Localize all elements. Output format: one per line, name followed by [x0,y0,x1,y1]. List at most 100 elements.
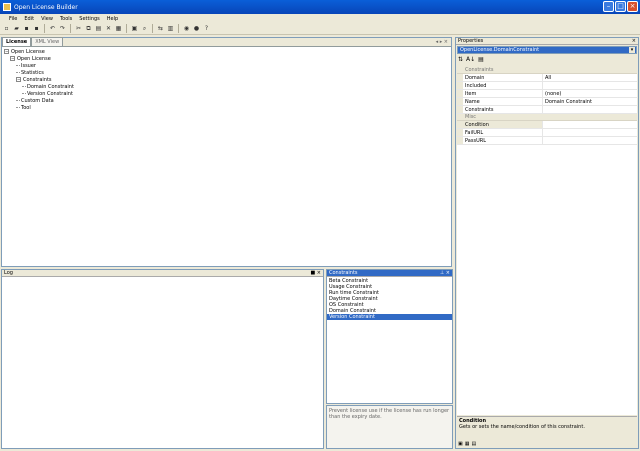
class-tab-icon[interactable]: ▤ [471,441,476,447]
property-category[interactable]: Constraints [457,67,637,74]
property-key: PassURL [463,137,543,144]
constraint-description: Prevent license use if the license has r… [329,408,450,420]
property-pages-icon[interactable]: ▤ [478,56,484,63]
replace-icon[interactable]: ⇆ [156,24,165,33]
property-value[interactable] [543,82,637,89]
property-key: Constraints [463,106,543,113]
minimize-button[interactable]: – [603,1,614,12]
delete-icon[interactable]: ✕ [104,24,113,33]
property-row[interactable]: Name Domain Constraint [457,98,637,106]
expander-icon[interactable]: − [10,56,15,61]
property-key: Condition [463,121,543,128]
property-row[interactable]: Domain All [457,74,637,82]
alphabetical-icon[interactable]: A↓ [466,56,475,63]
find-icon[interactable]: ⌕ [140,24,149,33]
tab-xml-view[interactable]: XML View [31,37,64,46]
maximize-button[interactable]: □ [615,1,626,12]
tree-node[interactable]: Statistics [4,70,74,77]
toolbar-separator [70,24,71,33]
tree-connector [16,107,20,108]
property-value[interactable] [543,106,637,113]
properties-close-icon[interactable]: × [632,38,636,45]
tree-node[interactable]: Version Constraint [4,91,74,98]
tree-node[interactable]: − Constraints [4,77,74,84]
save-all-icon[interactable]: ▪ [32,24,41,33]
log-title: Log [4,270,13,276]
property-row[interactable]: Item (none) [457,90,637,98]
property-row[interactable]: FailURL [457,129,637,137]
property-value[interactable]: Domain Constraint [543,98,637,105]
tree-node[interactable]: Tool [4,105,74,112]
compile-icon[interactable]: ▥ [166,24,175,33]
expander-icon[interactable]: − [16,77,21,82]
tree-node[interactable]: − Open License [4,49,74,56]
copy-icon[interactable]: ⧉ [84,24,93,33]
license-pane: License XML View ◂ ▸ × − Open License − Ope… [1,37,452,267]
bottom-tabs: ▣ ▦ ▤ [458,441,476,447]
log-close-icon[interactable]: ■ × [310,270,321,277]
pane-nav-arrows[interactable]: ◂ ▸ × [436,39,448,45]
tree-node[interactable]: − Open License [4,56,74,63]
cut-icon[interactable]: ✂ [74,24,83,33]
object-selector[interactable]: OpenLicense.DomainConstraint ▾ [457,46,637,54]
menu-settings[interactable]: Settings [79,16,100,22]
close-button[interactable]: × [627,1,638,12]
redo-icon[interactable]: ↷ [58,24,67,33]
print-icon[interactable]: ▦ [114,24,123,33]
new-file-icon[interactable]: ▫ [2,24,11,33]
paste-icon[interactable]: ▤ [94,24,103,33]
tree-node[interactable]: Domain Constraint [4,84,74,91]
constraints-pin-icon[interactable]: ⊥ × [440,270,450,277]
property-value[interactable]: (none) [543,90,637,97]
chevron-down-icon[interactable]: ▾ [629,47,635,53]
help-icon[interactable]: ? [202,24,211,33]
property-row[interactable]: PassURL [457,137,637,145]
toolbar: ▫ ▰ ▪ ▪ ↶ ↷ ✂ ⧉ ▤ ✕ ▦ ▣ ⌕ ⇆ ▥ ◉ ● ? [0,23,640,35]
property-row[interactable]: Constraints [457,106,637,114]
tab-license[interactable]: License [2,37,32,46]
property-grid: Constraints Domain All Included Item (none) Na… [457,67,637,147]
menu-view[interactable]: View [41,16,53,22]
property-category[interactable]: Misc [457,114,637,121]
window-title: Open License Builder [14,3,78,11]
menu-help[interactable]: Help [107,16,118,22]
property-value[interactable] [543,129,637,136]
categorized-icon[interactable]: ⇅ [458,56,463,63]
properties-header: Properties × [456,38,638,45]
menu-edit[interactable]: Edit [24,16,34,22]
toolbar-separator [152,24,153,33]
property-value[interactable] [543,121,637,128]
tree-node-label: Custom Data [21,98,54,104]
property-row[interactable]: Condition [457,121,637,129]
open-icon[interactable]: ▰ [12,24,21,33]
toolbar-separator [126,24,127,33]
property-key: Domain [463,74,543,81]
menu-tools[interactable]: Tools [60,16,72,22]
expander-icon[interactable]: − [4,49,9,54]
tree-node-label: Statistics [21,70,44,76]
menu-file[interactable]: File [9,16,17,22]
tree-node-label: Domain Constraint [27,84,74,90]
tree-connector [22,93,26,94]
tree-node[interactable]: Custom Data [4,98,74,105]
property-grid-empty [457,147,637,415]
tree-connector [16,72,20,73]
tree-node-label: Version Constraint [27,91,73,97]
tree-node[interactable]: Issuer [4,63,74,70]
toolbar-separator [178,24,179,33]
tree-node-label: Open License [11,49,45,55]
preview-icon[interactable]: ▣ [130,24,139,33]
constraints-title: Constraints [329,270,358,276]
toolbox-tab-icon[interactable]: ▦ [465,441,470,447]
property-row[interactable]: Included [457,82,637,90]
undo-icon[interactable]: ↶ [48,24,57,33]
toolbar-separator [44,24,45,33]
debug-icon[interactable]: ● [192,24,201,33]
properties-tab-icon[interactable]: ▣ [458,441,463,447]
save-icon[interactable]: ▪ [22,24,31,33]
property-value[interactable] [543,137,637,144]
property-value[interactable]: All [543,74,637,81]
run-icon[interactable]: ◉ [182,24,191,33]
constraint-list-item[interactable]: Version Constraint [327,314,452,320]
tree-connector [16,65,20,66]
